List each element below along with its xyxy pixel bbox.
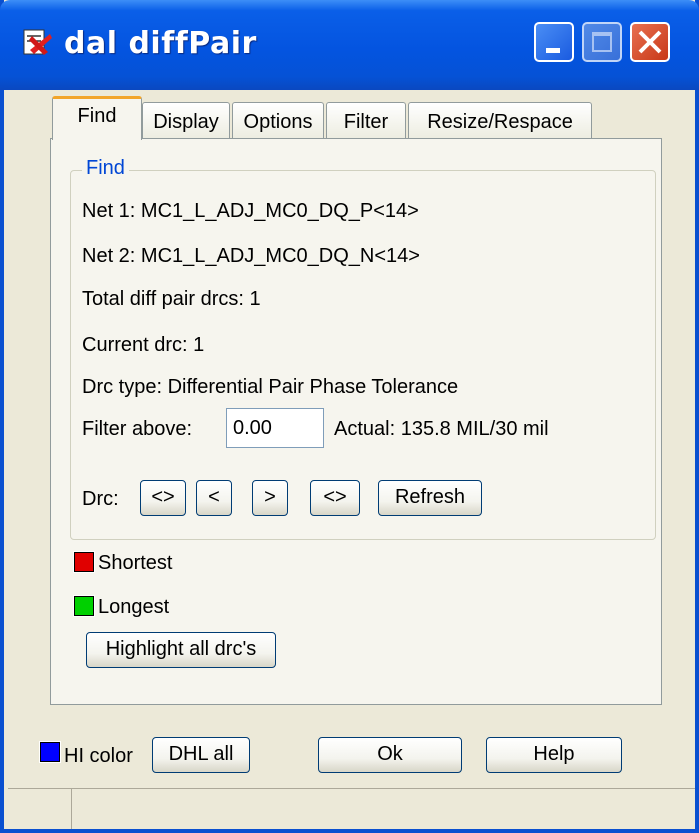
drc-type-label: Drc type: Differential Pair Phase Tolera… [82, 376, 459, 398]
maximize-icon [592, 32, 612, 52]
hi-color-label: HI color [64, 745, 133, 767]
maximize-button [582, 22, 622, 62]
title-bar[interactable]: dal diffPair [0, 0, 699, 90]
current-drc-label: Current drc: 1 [82, 334, 205, 356]
dhl-all-button[interactable]: DHL all [152, 737, 250, 773]
longest-color-swatch[interactable] [73, 595, 95, 617]
filter-above-label: Filter above: [82, 418, 193, 440]
tab-display[interactable]: Display [142, 102, 230, 140]
drc-nav-label: Drc: [82, 488, 119, 510]
help-button[interactable]: Help [486, 737, 622, 773]
hi-color-swatch[interactable] [39, 741, 61, 763]
refresh-button[interactable]: Refresh [378, 480, 482, 516]
status-cell-1 [8, 789, 72, 829]
net1-label: Net 1: MC1_L_ADJ_MC0_DQ_P<14> [82, 200, 419, 222]
window-title: dal diffPair [64, 26, 257, 61]
total-drcs-label: Total diff pair drcs: 1 [82, 288, 261, 310]
shortest-color-swatch[interactable] [73, 551, 95, 573]
ok-button[interactable]: Ok [318, 737, 462, 773]
status-cell-2 [74, 789, 695, 829]
tab-filter[interactable]: Filter [326, 102, 406, 140]
tab-find[interactable]: Find [52, 96, 142, 140]
minimize-button[interactable] [534, 22, 574, 62]
actual-value-label: Actual: 135.8 MIL/30 mil [334, 418, 549, 440]
close-icon [638, 30, 662, 54]
longest-label: Longest [98, 596, 170, 618]
dialog-window: dal diffPair Find Display Options Filter… [0, 0, 699, 833]
filter-above-input[interactable] [226, 408, 324, 448]
net2-label: Net 2: MC1_L_ADJ_MC0_DQ_N<14> [82, 245, 420, 267]
shortest-label: Shortest [98, 552, 173, 574]
status-bar [8, 788, 695, 829]
find-group-label: Find [82, 157, 129, 180]
next-drc-button[interactable]: > [252, 480, 288, 516]
minimize-icon [546, 48, 560, 53]
highlight-all-drcs-button[interactable]: Highlight all drc's [86, 632, 276, 668]
tab-resize-respace[interactable]: Resize/Respace [408, 102, 592, 140]
last-drc-button[interactable]: <> [310, 480, 360, 516]
tab-options[interactable]: Options [232, 102, 324, 140]
app-icon [23, 29, 52, 55]
close-button[interactable] [630, 22, 670, 62]
prev-drc-button[interactable]: < [196, 480, 232, 516]
first-drc-button[interactable]: <> [140, 480, 186, 516]
